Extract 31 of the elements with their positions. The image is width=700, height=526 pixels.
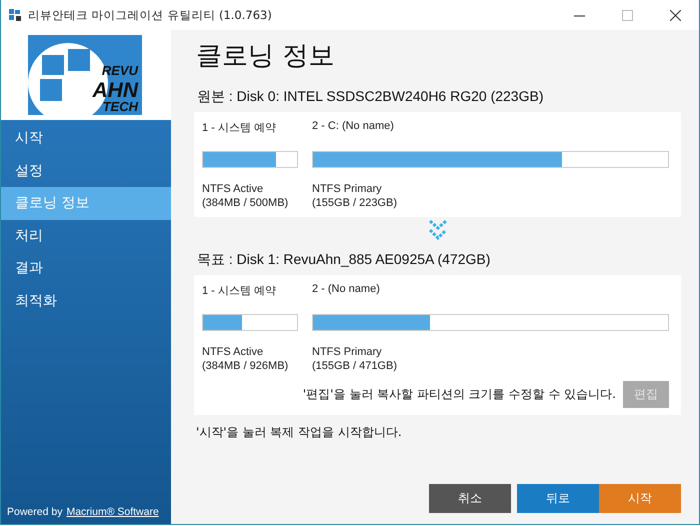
double-chevron-down-icon	[428, 219, 448, 241]
start-button[interactable]: 시작	[599, 484, 681, 513]
back-button[interactable]: 뒤로	[517, 484, 599, 513]
partition-type: NTFS Active	[202, 182, 264, 196]
sidebar-item[interactable]: 처리	[1, 220, 171, 252]
sidebar-item[interactable]: 결과	[1, 252, 171, 284]
sidebar-item[interactable]: 시작	[1, 122, 171, 154]
partition-size: (155GB / 471GB)	[312, 359, 398, 373]
page-heading: 클로닝 정보	[196, 40, 336, 73]
cancel-button[interactable]: 취소	[429, 484, 511, 513]
app-icon	[8, 8, 22, 22]
partition-title: 2 - C: (No name)	[312, 120, 395, 134]
start-hint: '시작'을 눌러 복제 작업을 시작합니다.	[196, 424, 403, 441]
partition-size: (384MB / 500MB)	[202, 196, 290, 210]
sidebar-item[interactable]: 최적화	[1, 284, 171, 317]
close-icon[interactable]	[670, 10, 681, 20]
disk-label: 목표 : Disk 1: RevuAhn_885 AE0925A (472GB)	[197, 251, 492, 269]
window-title: 리뷰안테크 마이그레이션 유틸리티 (1.0.763)	[28, 8, 273, 22]
sidebar-item[interactable]: 설정	[1, 154, 171, 187]
disk-label: 원본 : Disk 0: INTEL SSDSC2BW240H6 RG20 (223GB)	[197, 88, 544, 106]
macrium-link[interactable]: Macrium® Software	[66, 506, 159, 518]
powered-by-text: Powered by	[7, 506, 62, 518]
partition-type: NTFS Primary	[312, 182, 383, 196]
edit-hint: '편집'을 눌러 복사할 파티션의 크기를 수정할 수 있습니다.	[302, 386, 616, 403]
partition-size: (155GB / 223GB)	[312, 196, 398, 210]
partition-title: 1 - 시스템 예약	[202, 284, 277, 297]
partition-type: NTFS Active	[202, 345, 264, 359]
partition-type: NTFS Primary	[312, 345, 383, 359]
partition-title: 2 - (No name)	[312, 283, 381, 297]
partition-size: (384MB / 926MB)	[202, 359, 290, 373]
partition-title: 1 - 시스템 예약	[202, 121, 277, 134]
